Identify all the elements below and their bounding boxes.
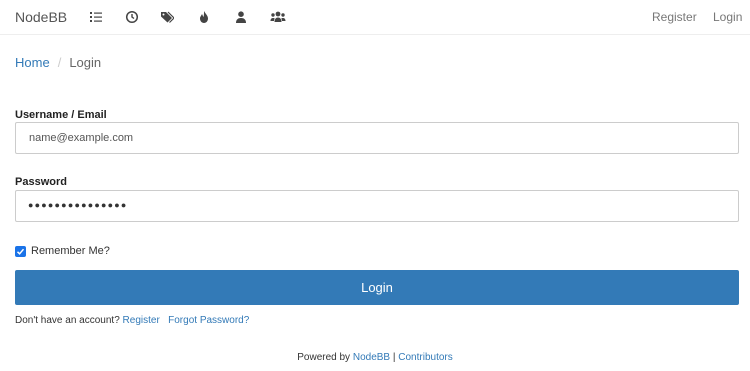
password-value: ●●●●●●●●●●●●●●● — [28, 200, 128, 210]
nav-register-link[interactable]: Register — [652, 10, 697, 24]
remember-checkbox[interactable] — [15, 245, 26, 257]
powered-by-text: Powered by — [297, 352, 351, 363]
nodebb-link[interactable]: NodeBB — [353, 352, 390, 363]
checkmark-icon — [16, 248, 25, 255]
breadcrumb: Home / Login — [15, 55, 101, 70]
brand-logo[interactable]: NodeBB — [15, 9, 67, 25]
breadcrumb-separator: / — [57, 55, 62, 70]
breadcrumb-current: Login — [69, 55, 102, 70]
remember-label: Remember Me? — [31, 245, 110, 257]
fire-icon[interactable] — [197, 10, 211, 24]
nav-login-link[interactable]: Login — [713, 10, 742, 24]
remember-me[interactable]: Remember Me? — [15, 244, 110, 258]
breadcrumb-home[interactable]: Home — [15, 55, 50, 70]
top-navbar: NodeBB Register Login — [0, 0, 750, 35]
forgot-password-link[interactable]: Forgot Password? — [168, 315, 249, 326]
username-input[interactable] — [15, 122, 739, 154]
list-icon[interactable] — [89, 10, 103, 24]
password-label: Password — [15, 176, 67, 188]
tags-icon[interactable] — [160, 10, 175, 24]
footer: Powered by NodeBB | Contributors — [0, 352, 750, 363]
clock-icon[interactable] — [125, 10, 139, 24]
account-links: Don't have an account? Register Forgot P… — [15, 315, 249, 326]
users-icon[interactable] — [270, 10, 286, 24]
no-account-text: Don't have an account? — [15, 315, 120, 326]
contributors-link[interactable]: Contributors — [398, 352, 452, 363]
user-icon[interactable] — [234, 10, 248, 24]
register-link[interactable]: Register — [123, 315, 160, 326]
login-button[interactable]: Login — [15, 270, 739, 305]
username-label: Username / Email — [15, 109, 107, 121]
footer-separator: | — [392, 352, 396, 363]
